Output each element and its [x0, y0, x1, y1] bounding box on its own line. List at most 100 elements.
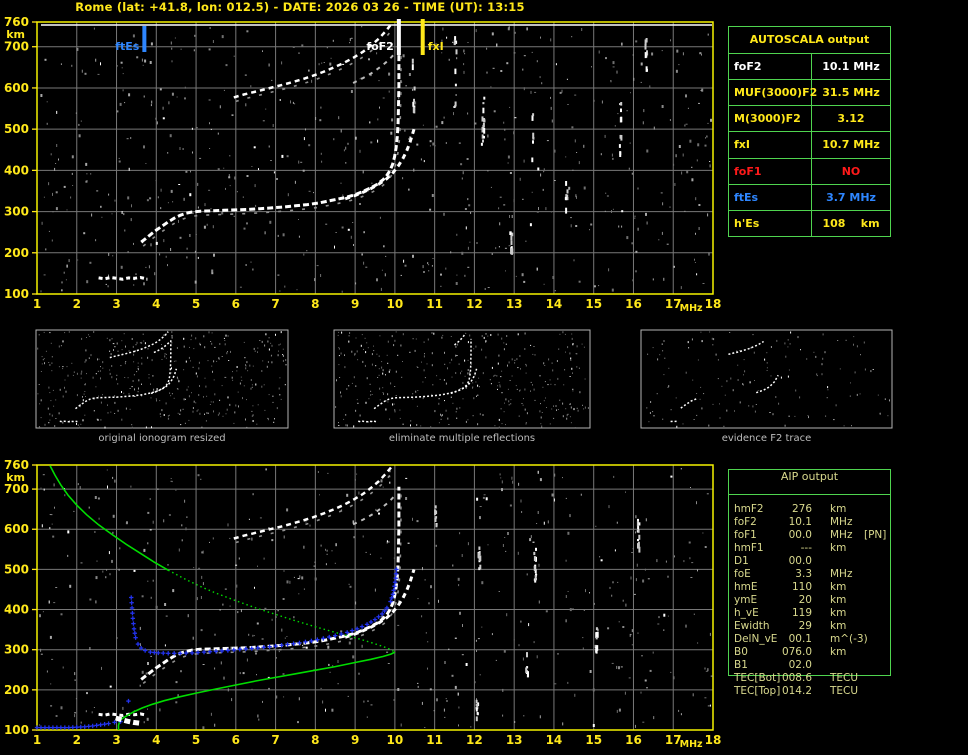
- aip-cell-l: h_vE: [734, 607, 759, 619]
- svg-text:km: km: [6, 28, 25, 41]
- autoscala-row-label: MUF(3000)F2: [729, 80, 817, 106]
- aip-cell-l: Ewidth: [734, 620, 770, 632]
- trace-hop2x: [352, 52, 396, 84]
- aip-table-header: AIP output: [729, 470, 890, 495]
- grid-lines: [37, 22, 713, 294]
- svg-text:11: 11: [426, 733, 443, 747]
- svg-text:760: 760: [4, 15, 29, 29]
- svg-text:2: 2: [73, 733, 81, 747]
- aip-row-hvE: h_vE 119 km: [728, 607, 963, 620]
- svg-text:16: 16: [625, 733, 642, 747]
- aip-cell-l: ymE: [734, 594, 758, 606]
- aip-row-B1: B1 02.0: [728, 659, 963, 672]
- autoscala-row-label: h'Es: [729, 210, 812, 236]
- aip-cell-v: ---: [800, 542, 812, 554]
- autoscala-row-label: M(3000)F2: [729, 106, 812, 132]
- aip-cell-u: MHz: [830, 516, 853, 528]
- autoscala-screen: Rome (lat: +41.8, lon: 012.5) - DATE: 20…: [0, 0, 968, 755]
- aip-cell-v: 014.2: [781, 685, 812, 697]
- autoscala-row-value: 10.7 MHz: [822, 138, 880, 152]
- svg-text:400: 400: [4, 163, 29, 177]
- trace-es: [98, 712, 147, 718]
- aip-cell-v: 3.3: [795, 568, 812, 580]
- trace-hop2: [233, 465, 393, 540]
- thumbnail-border: [333, 329, 591, 429]
- autoscala-row-foF2: foF2 10.1 MHz: [729, 54, 890, 81]
- svg-text:500: 500: [4, 562, 29, 576]
- svg-text:6: 6: [232, 297, 240, 311]
- aip-cell-l: D1: [734, 555, 749, 567]
- svg-text:14: 14: [546, 733, 563, 747]
- aip-cell-l: foE: [734, 568, 751, 580]
- svg-text:12: 12: [466, 733, 483, 747]
- svg-text:MHz: MHz: [680, 739, 703, 750]
- svg-text:100: 100: [4, 287, 29, 301]
- aip-cell-u: TECU: [830, 685, 859, 697]
- aip-cell-l: hmF1: [734, 542, 764, 554]
- svg-text:8: 8: [311, 297, 319, 311]
- aip-cell-u: km: [830, 646, 847, 658]
- aip-cell-e: [PN]: [864, 529, 887, 541]
- svg-text:13: 13: [506, 297, 523, 311]
- thumbnail-2: [333, 329, 591, 429]
- marker-label-ftEs: ftEs: [115, 40, 140, 53]
- trace-profile_top: [49, 465, 169, 571]
- x-axis-labels: 1 2 3 4 5 6 7 8 9 10 11 12 13 14 15 16 17 18MHz: [33, 297, 722, 314]
- aip-cell-u: TECU: [830, 672, 859, 684]
- trace-restored_f: [129, 567, 399, 656]
- svg-text:200: 200: [4, 246, 29, 260]
- svg-text:10: 10: [387, 297, 404, 311]
- autoscala-row-ftEs: ftEs 3.7 MHz: [729, 184, 890, 211]
- marker-label-foF2: foF2: [366, 40, 394, 53]
- aip-row-foF1: foF1 00.0 MHz [PN]: [728, 529, 963, 542]
- svg-text:5: 5: [192, 733, 200, 747]
- svg-text:100: 100: [4, 723, 29, 737]
- aip-cell-v: 00.0: [788, 555, 812, 567]
- top-ionogram-plot: 760700600500400300200100km1 2 3 4 5 6 7 8 9 10 11 1…: [4, 15, 721, 314]
- aip-cell-u: m^(-3): [830, 633, 868, 645]
- svg-text:760: 760: [4, 458, 29, 472]
- svg-text:16: 16: [625, 297, 642, 311]
- svg-text:300: 300: [4, 205, 29, 219]
- autoscala-row-value: 3.12: [837, 112, 865, 126]
- trace-f2o: [140, 486, 401, 681]
- autoscala-output-table: AUTOSCALA output foF2 10.1 MHz MUF(3000)F2…: [728, 26, 891, 237]
- autoscala-row-value: 3.7 MHz: [826, 190, 876, 204]
- autoscala-row-label: ftEs: [729, 184, 812, 210]
- svg-text:5: 5: [192, 297, 200, 311]
- autoscala-row-hEs: h'Es 108 km: [729, 210, 890, 236]
- svg-text:700: 700: [4, 40, 29, 54]
- autoscala-row-value: 10.1 MHz: [822, 60, 880, 74]
- aip-cell-l: B1: [734, 659, 748, 671]
- y-axis-labels: 760 700 600 500 400 300 200 100 km: [4, 15, 37, 301]
- svg-text:400: 400: [4, 603, 29, 617]
- svg-text:4: 4: [152, 733, 160, 747]
- svg-text:11: 11: [426, 297, 443, 311]
- svg-text:12: 12: [466, 297, 483, 311]
- aip-cell-l: hmE: [734, 581, 758, 593]
- x-axis-labels: 1 2 3 4 5 6 7 8 9 10 11 12 13 14 15 16 17 18MHz: [33, 733, 722, 750]
- svg-text:13: 13: [506, 733, 523, 747]
- aip-cell-u: MHz: [830, 529, 853, 541]
- autoscala-row-MUF3000F2: MUF(3000)F2 31.5 MHz: [729, 80, 890, 107]
- svg-text:9: 9: [351, 733, 359, 747]
- svg-text:7: 7: [271, 297, 279, 311]
- autoscala-row-foF1: foF1 NO: [729, 158, 890, 185]
- aip-cell-v: 00.0: [788, 529, 812, 541]
- thumbnail-caption-evidence: evidence F2 trace: [721, 433, 812, 444]
- svg-text:7: 7: [271, 733, 279, 747]
- trace-blue_isolated: [126, 698, 131, 704]
- aip-cell-l: foF1: [734, 529, 757, 541]
- aip-cell-v: 02.0: [788, 659, 812, 671]
- svg-text:10: 10: [387, 733, 404, 747]
- aip-cell-u: km: [830, 503, 847, 515]
- autoscala-row-value: 31.5 MHz: [822, 86, 880, 100]
- aip-row-D1: D1 00.0: [728, 555, 963, 568]
- aip-cell-v: 20: [798, 594, 812, 606]
- svg-text:700: 700: [4, 482, 29, 496]
- aip-cell-u: MHz: [830, 568, 853, 580]
- autoscala-row-value: NO: [841, 164, 861, 178]
- svg-text:500: 500: [4, 122, 29, 136]
- trace-es: [98, 275, 147, 281]
- aip-cell-u: km: [830, 594, 847, 606]
